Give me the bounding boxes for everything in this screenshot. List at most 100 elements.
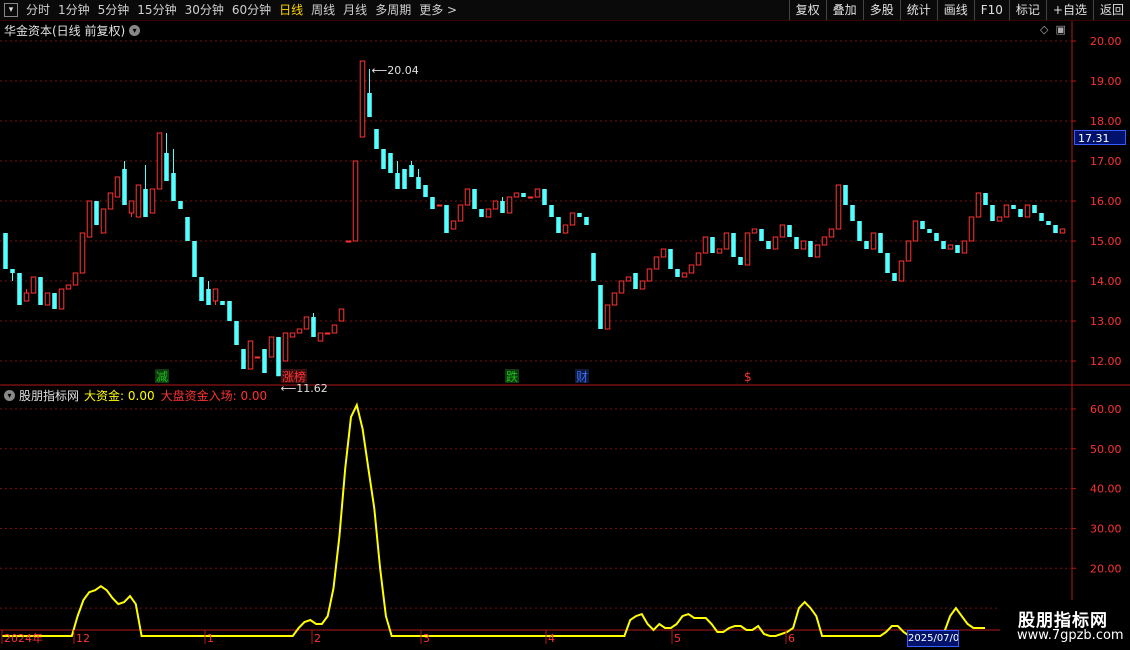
period-tab-4[interactable]: 30分钟: [181, 0, 228, 20]
candle-body: [1039, 213, 1044, 221]
period-tab-0[interactable]: 分时: [22, 0, 54, 20]
period-tab-10[interactable]: 更多 >: [415, 0, 461, 20]
price-tick-label: 20.00: [1090, 35, 1122, 48]
date-tick-label: 3: [423, 632, 430, 645]
period-tab-6[interactable]: 日线: [275, 0, 307, 20]
candle-body: [968, 216, 975, 242]
candle-body: [584, 217, 589, 225]
period-tab-5[interactable]: 60分钟: [228, 0, 275, 20]
candle-body: [983, 193, 988, 205]
candle-body: [72, 272, 79, 286]
menu-icon[interactable]: ▾: [4, 3, 18, 17]
action-button-1[interactable]: 叠加: [825, 0, 863, 20]
candle-body: [178, 201, 183, 209]
candle-body: [955, 245, 960, 253]
action-button-4[interactable]: 画线: [936, 0, 974, 20]
candle-body: [128, 200, 135, 214]
candle-body: [227, 301, 232, 321]
candle-body: [1046, 221, 1051, 225]
candle-body: [731, 233, 736, 257]
candle-body: [192, 241, 197, 277]
candle-body: [1024, 204, 1031, 218]
chart-title: 华金资本(日线 前复权): [4, 23, 126, 38]
candle-body: [212, 288, 219, 302]
candle-body: [702, 236, 709, 254]
candle-body: [521, 193, 526, 197]
action-button-7[interactable]: +自选: [1045, 0, 1093, 20]
current-date-badge: 2025/07/01/二: [907, 630, 959, 647]
candle-body: [10, 269, 15, 273]
candle-body: [143, 189, 148, 217]
candle-body: [668, 249, 673, 269]
action-button-5[interactable]: F10: [973, 0, 1009, 20]
candle-body: [156, 132, 163, 190]
candle-body: [276, 337, 281, 377]
candle-body: [611, 292, 618, 306]
candle-body: [751, 228, 758, 234]
candle-body: [892, 273, 897, 281]
candle-body: [556, 217, 561, 233]
candle-body: [268, 336, 275, 358]
date-tick-label: 12: [76, 632, 90, 645]
candle-body: [947, 244, 954, 250]
candle-body: [324, 332, 331, 335]
action-button-3[interactable]: 统计: [899, 0, 937, 20]
candle-body: [296, 328, 303, 334]
candle-body: [513, 192, 520, 198]
candle-body: [94, 201, 99, 225]
candle-body: [688, 264, 695, 274]
period-tab-3[interactable]: 15分钟: [133, 0, 180, 20]
period-tab-7[interactable]: 周线: [307, 0, 339, 20]
event-marker: $: [744, 370, 752, 384]
candle-body: [1011, 205, 1016, 209]
candle-body: [772, 236, 779, 250]
price-tick-label: 19.00: [1090, 75, 1122, 88]
candle-body: [457, 204, 464, 222]
period-tab-8[interactable]: 月线: [339, 0, 371, 20]
price-tick-label: 18.00: [1090, 115, 1122, 128]
candle-body: [262, 349, 267, 373]
candle-body: [1018, 209, 1023, 217]
candle-body: [17, 273, 22, 305]
candle-body: [282, 332, 289, 362]
action-button-2[interactable]: 多股: [862, 0, 900, 20]
kline-chart[interactable]: ⟵20.04 ⟵11.62 减 涨榜 跌 财 $ 12.00 13.00 14.00 15.00…: [0, 21, 1130, 650]
period-tab-1[interactable]: 1分钟: [54, 0, 94, 20]
action-buttons: 复权 叠加 多股 统计 画线 F10 标记 +自选 返回: [788, 0, 1130, 20]
candle-body: [569, 212, 576, 226]
current-price-badge: 17.31: [1074, 130, 1126, 145]
price-tick-label: 16.00: [1090, 195, 1122, 208]
action-button-6[interactable]: 标记: [1008, 0, 1046, 20]
candle-body: [359, 60, 366, 138]
action-button-8[interactable]: 返回: [1092, 0, 1130, 20]
event-marker: 跌: [506, 369, 518, 384]
candle-body: [289, 332, 296, 338]
price-tick-label: 17.00: [1090, 155, 1122, 168]
candle-body: [450, 220, 457, 230]
candle-body: [710, 237, 715, 253]
candle-body: [990, 205, 995, 221]
candle-body: [444, 205, 449, 233]
candle-body: [52, 293, 57, 309]
candle-body: [646, 268, 653, 282]
candle-body: [1053, 225, 1058, 233]
candle-body: [653, 256, 660, 270]
maximize-icon[interactable]: ▣: [1055, 23, 1065, 36]
candle-body: [241, 349, 246, 369]
period-tab-9[interactable]: 多周期: [371, 0, 415, 20]
chevron-down-icon[interactable]: ▾: [4, 389, 15, 401]
candle-body: [388, 153, 393, 173]
candle-body: [409, 165, 414, 177]
chevron-down-icon[interactable]: ▾: [129, 24, 141, 36]
candle-body: [1059, 228, 1066, 234]
candle-body: [114, 176, 121, 198]
candle-body: [247, 340, 254, 370]
indicator-name: 股朋指标网: [19, 388, 80, 403]
candle-body: [821, 236, 828, 246]
period-tab-2[interactable]: 5分钟: [94, 0, 134, 20]
candle-body: [534, 188, 541, 198]
candle-body: [472, 189, 477, 209]
window-controls: ◇ ▣: [1040, 23, 1066, 36]
action-button-0[interactable]: 复权: [788, 0, 826, 20]
diamond-icon[interactable]: ◇: [1040, 23, 1048, 36]
